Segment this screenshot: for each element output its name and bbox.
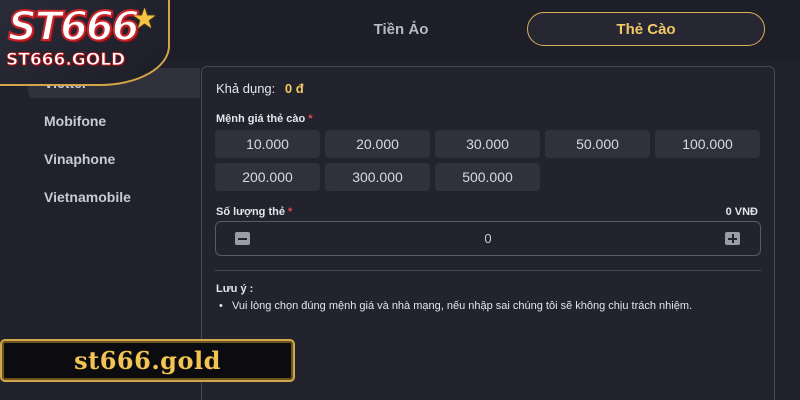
denomination-label-text: Mệnh giá thẻ cào: [216, 113, 306, 125]
sidebar-item-vietnamobile[interactable]: Vietnamobile: [44, 189, 131, 205]
note-text: Vui lòng chọn đúng mệnh giá và nhà mạng,…: [232, 300, 693, 312]
available-value: 0 đ: [284, 81, 304, 96]
plus-icon[interactable]: [725, 232, 740, 245]
denomination-option[interactable]: 200.000: [215, 163, 320, 191]
note-item: • Vui lòng chọn đúng mệnh giá và nhà mạn…: [216, 299, 756, 313]
sidebar-item-mobifone[interactable]: Mobifone: [44, 113, 106, 129]
quantity-stepper[interactable]: 0: [215, 221, 761, 256]
denomination-option[interactable]: 500.000: [435, 163, 540, 191]
quantity-value[interactable]: 0: [216, 231, 760, 246]
denomination-option[interactable]: 50.000: [545, 130, 650, 158]
brand-logo[interactable]: ST666 ★ ST666.GOLD: [0, 0, 170, 86]
watermark-banner: st666.gold: [0, 339, 295, 382]
denomination-option[interactable]: 10.000: [215, 130, 320, 158]
tab-tien-ao[interactable]: Tiền Ảo: [282, 12, 520, 46]
required-mark: *: [308, 113, 313, 125]
denomination-option[interactable]: 30.000: [435, 130, 540, 158]
denomination-option[interactable]: 100.000: [655, 130, 760, 158]
logo-sub-text: ST666.GOLD: [6, 50, 126, 71]
quantity-label-text: Số lượng thẻ: [216, 206, 285, 218]
logo-main-text: ST666: [7, 3, 141, 51]
available-label: Khả dụng:: [216, 81, 276, 96]
denomination-label: Mệnh giá thẻ cào *: [216, 113, 313, 125]
quantity-label: Số lượng thẻ *: [216, 206, 292, 218]
star-icon: ★: [132, 3, 158, 34]
available-balance: Khả dụng: 0 đ: [216, 81, 304, 96]
bullet: •: [219, 300, 223, 312]
denomination-option[interactable]: 300.000: [325, 163, 430, 191]
denomination-option[interactable]: 20.000: [325, 130, 430, 158]
sidebar-item-vinaphone[interactable]: Vinaphone: [44, 151, 115, 167]
tab-the-cao[interactable]: Thẻ Cào: [527, 12, 765, 46]
note-title: Lưu ý :: [216, 283, 254, 295]
watermark-text: st666.gold: [74, 346, 221, 375]
required-mark: *: [287, 206, 293, 218]
divider: [215, 270, 761, 271]
quantity-amount: 0 VNĐ: [725, 206, 758, 218]
